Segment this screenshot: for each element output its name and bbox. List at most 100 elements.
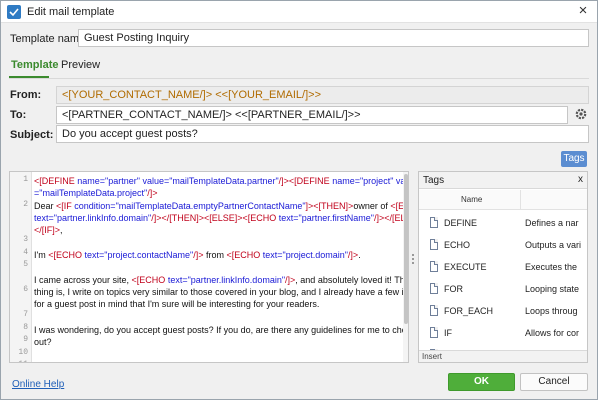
line-number: 11 (18, 360, 28, 362)
line-number: 9 (23, 335, 28, 344)
code-line[interactable]: I'll be happy to discuss any guest blogg… (34, 361, 294, 362)
code-line[interactable]: I was wondering, do you accept guest pos… (34, 324, 409, 336)
editor-scrollbar-thumb[interactable] (404, 174, 408, 324)
plain-text-token: . (358, 250, 361, 260)
code-line[interactable]: for a guest post in mind that I'm sure w… (34, 298, 319, 310)
line-number: 8 (23, 323, 28, 332)
plain-text-token: , and absolutely loved it! The (295, 275, 409, 285)
title-bar: Edit mail template × (1, 1, 597, 23)
line-number: 3 (23, 235, 28, 244)
document-icon (430, 217, 438, 228)
code-line[interactable]: Dear <[IF condition="mailTemplateData.em… (34, 200, 408, 212)
cancel-button[interactable]: Cancel (520, 373, 588, 391)
code-line[interactable]: <[DEFINE name="partner" value="mailTempl… (34, 175, 408, 187)
tag-row[interactable]: FOR_EACH Loops throug (419, 300, 587, 322)
plain-text-token: I'm (34, 250, 49, 260)
tab-template[interactable]: Template (11, 59, 58, 71)
plain-text-token: out? (34, 337, 52, 347)
tab-preview[interactable]: Preview (61, 59, 100, 71)
code-line[interactable]: text="partner.linkInfo.domain"/]></[THEN… (34, 212, 408, 224)
attribute-token: "mailTemplateData.partner" (169, 176, 279, 186)
attribute-token: condition= (74, 201, 116, 211)
document-icon (430, 261, 438, 272)
tag-row[interactable]: IF Allows for cor (419, 322, 587, 344)
window-title: Edit mail template (27, 6, 115, 18)
code-line[interactable]: I came across your site, <[ECHO text="pa… (34, 274, 409, 286)
line-number: 6 (23, 285, 28, 294)
attribute-token: "partner.linkInfo.domain" (187, 275, 286, 285)
attribute-token: value= (142, 176, 170, 186)
editor-scrollbar[interactable] (403, 172, 408, 362)
line-number: 5 (23, 260, 28, 269)
close-icon[interactable]: × (575, 3, 591, 19)
attribute-token: "mailTemplateData.project" (39, 188, 148, 198)
code-line[interactable]: out? (34, 336, 52, 348)
template-tag-token: /]> (347, 250, 359, 260)
to-value: <[PARTNER_CONTACT_NAME/]> <<[PARTNER_EMA… (62, 109, 361, 121)
template-tag-token: </[IF]> (34, 225, 61, 235)
document-icon (430, 239, 438, 250)
code-line[interactable]: thing is, I write on topics very similar… (34, 286, 409, 298)
attribute-token: "project" (359, 176, 396, 186)
insert-label[interactable]: Insert (422, 352, 442, 361)
tab-divider (9, 78, 589, 79)
code-line[interactable]: ="mailTemplateData.project"/]> (34, 187, 157, 199)
template-name-input[interactable]: Guest Posting Inquiry (78, 29, 589, 47)
tags-column-header[interactable]: Name (419, 190, 587, 210)
tag-description: Outputs a vari (525, 240, 582, 250)
to-label: To: (10, 109, 27, 121)
tag-name: DEFINE (444, 218, 478, 228)
attribute-token: "partner.linkInfo.domain" (53, 213, 152, 223)
online-help-link[interactable]: Online Help (12, 379, 64, 390)
template-tag-token: <[ECHO (226, 250, 263, 260)
name-column-label: Name (461, 195, 483, 204)
template-tag-token: /]> (147, 188, 158, 198)
attribute-token: text= (84, 250, 105, 260)
from-label: From: (10, 89, 42, 101)
from-field[interactable]: <[YOUR_CONTACT_NAME/]> <<[YOUR_EMAIL/]>> (56, 86, 589, 104)
tags-toggle-button[interactable]: Tags (561, 151, 587, 167)
plain-text-token: thing is, I write on topics very similar… (34, 287, 409, 297)
edit-mail-template-dialog: Edit mail template × Template name: Gues… (0, 0, 598, 400)
plain-text-token: Dear (34, 201, 57, 211)
template-tag-token: ]><[THEN]> (305, 201, 354, 211)
panel-splitter-handle[interactable] (411, 253, 415, 267)
tags-panel: Tags x Name DEFINE Defines a nar ECHO Outpu… (418, 171, 588, 363)
plain-text-token: owner of (353, 201, 391, 211)
tag-row[interactable]: DEFINE Defines a nar (419, 212, 587, 234)
template-tag-token: /]><[DEFINE (278, 176, 333, 186)
template-tag-token: /]> (285, 275, 296, 285)
to-field[interactable]: <[PARTNER_CONTACT_NAME/]> <<[PARTNER_EMA… (56, 106, 568, 124)
from-value: <[YOUR_CONTACT_NAME/]> <<[YOUR_EMAIL/]>> (62, 89, 321, 101)
tag-name: ECHO (444, 240, 471, 250)
plain-text-token: for a guest post in mind that I'm sure w… (34, 299, 320, 309)
subject-label: Subject: (10, 129, 54, 141)
tags-panel-title: Tags (423, 175, 445, 186)
subject-input[interactable]: Do you accept guest posts? (56, 125, 589, 143)
tags-panel-header: Tags x (419, 172, 587, 189)
template-tag-token: /]></[THEN]><[ELSE]><[ECHO (151, 213, 279, 223)
tags-panel-close-icon[interactable]: x (578, 174, 583, 185)
tag-row[interactable]: EXECUTE Executes the (419, 256, 587, 278)
attribute-token: "project.contactName" (104, 250, 194, 260)
line-number: 4 (23, 248, 28, 257)
tags-panel-footer: Insert (419, 350, 587, 362)
tag-name: FOR (444, 284, 463, 294)
template-body-editor[interactable]: 123456789101112 <[DEFINE name="partner" … (9, 171, 409, 363)
ok-button[interactable]: OK (448, 373, 515, 391)
tag-row[interactable]: FOR Looping state (419, 278, 587, 300)
plain-text-token: I was wondering, do you accept guest pos… (34, 325, 409, 335)
gear-icon[interactable] (573, 106, 589, 122)
tag-name: FOR_EACH (444, 306, 494, 316)
tag-description: Defines a nar (525, 218, 579, 228)
plain-text-token: I came across your site, (34, 275, 132, 285)
attribute-token: text= (34, 213, 54, 223)
template-tag-token: <[DEFINE (34, 176, 78, 186)
column-divider (520, 190, 521, 210)
tag-row[interactable]: ECHO Outputs a vari (419, 234, 587, 256)
code-line[interactable]: I'm <[ECHO text="project.contactName"/]>… (34, 249, 361, 261)
template-tag-token: /]> (193, 250, 204, 260)
code-line[interactable]: </[IF]>, (34, 224, 63, 236)
document-icon (430, 327, 438, 338)
attribute-token: "mailTemplateData.emptyPartnerContactNam… (115, 201, 306, 211)
